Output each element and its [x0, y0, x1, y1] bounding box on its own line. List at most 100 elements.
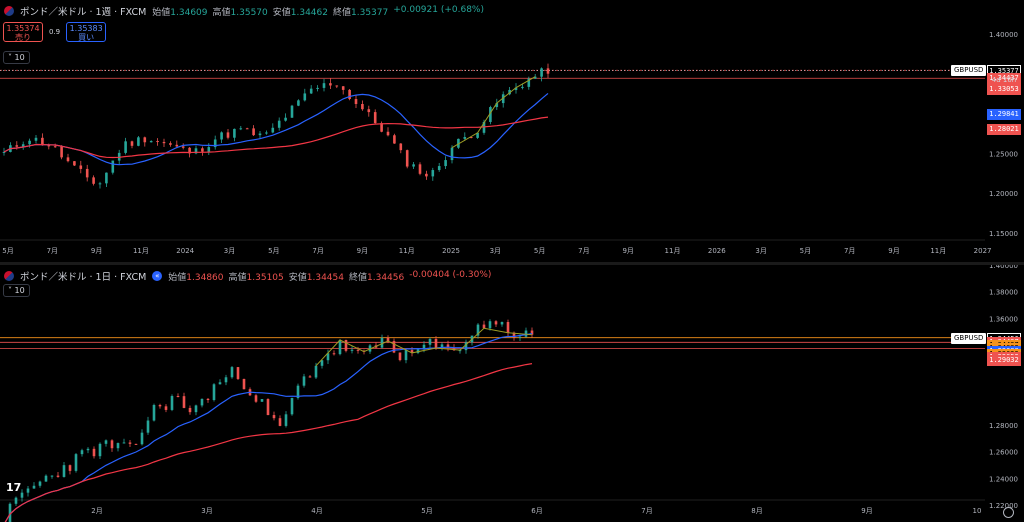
y-tick-label: 1.40000 — [989, 31, 1018, 39]
candle-body — [316, 87, 319, 89]
ohlc-key: 高値 — [212, 7, 231, 18]
sell-button[interactable]: 1.35374 売り — [3, 22, 43, 42]
ohlc-value: -0.00404 (-0.30%) — [409, 269, 492, 280]
candle-body — [332, 353, 336, 355]
y-tick-label: 1.25000 — [989, 150, 1018, 158]
candle-body — [134, 443, 138, 445]
y-tick-label: 1.20000 — [989, 190, 1018, 198]
candle-body — [518, 336, 522, 338]
ohlc-value: 1.34860 — [186, 272, 224, 283]
candle-body — [194, 405, 198, 413]
x-tick-label: 2027 — [974, 247, 992, 255]
x-tick-label: 11月 — [399, 247, 415, 255]
candle-body — [62, 465, 66, 477]
candle-body — [85, 168, 89, 178]
weekly-indicator-toggle[interactable]: ˅ 10 — [3, 51, 30, 64]
candle-body — [245, 128, 249, 130]
y-tick-label: 1.15000 — [989, 230, 1018, 238]
candle-body — [399, 143, 403, 151]
x-tick-label: 9月 — [91, 247, 102, 255]
x-tick-label: 10 — [973, 507, 982, 515]
price-label: 1.33053 — [987, 83, 1021, 95]
x-tick-label: 2024 — [176, 247, 194, 255]
fast-moving-average-line — [4, 333, 533, 522]
candle-body — [386, 131, 390, 136]
daily-indicator-count: 10 — [14, 286, 25, 295]
candle-body — [50, 475, 54, 477]
x-tick-label: 5月 — [534, 247, 545, 255]
candle-body — [428, 338, 432, 345]
candle-body — [218, 382, 222, 385]
daily-symbol-title[interactable]: ポンド／米ドル · 1日 · FXCM — [20, 269, 146, 283]
candle-body — [146, 420, 150, 433]
daily-indicator-toggle[interactable]: ˅ 10 — [3, 284, 30, 297]
candle-body — [335, 85, 339, 87]
candle-body — [322, 83, 326, 88]
buy-button[interactable]: 1.35383 買い — [66, 22, 107, 42]
ohlc-key: 終値 — [332, 7, 351, 18]
candle-body — [314, 365, 318, 378]
ohlc-item: 始値1.34860 — [168, 270, 223, 283]
ohlc-key: 安値 — [272, 7, 291, 18]
candle-body — [149, 141, 153, 143]
y-tick-label: 1.36000 — [989, 315, 1018, 323]
candle-body — [176, 396, 180, 398]
candle-body — [80, 450, 84, 455]
ohlc-item: -0.00404 (-0.30%) — [409, 270, 491, 283]
slow-moving-average-line — [3, 116, 549, 159]
tradingview-logo[interactable]: 17 — [6, 481, 21, 494]
candle-body — [124, 141, 127, 153]
candle-body — [224, 377, 228, 383]
x-tick-label: 5月 — [2, 247, 13, 255]
candle-body — [207, 147, 211, 152]
x-tick-label: 4月 — [311, 507, 322, 515]
candle-body — [297, 100, 300, 106]
ohlc-item: 終値1.35377 — [333, 5, 388, 18]
x-tick-label: 3月 — [224, 247, 235, 255]
candle-body — [404, 350, 408, 361]
replay-icon[interactable]: « — [152, 271, 163, 281]
candle-body — [482, 324, 486, 329]
candle-body — [431, 170, 435, 177]
candle-body — [344, 340, 348, 351]
chart-settings-gear-icon[interactable] — [1003, 507, 1014, 518]
weekly-chart-canvas[interactable]: 1.400001.350001.250001.200001.150005月7月9… — [0, 0, 1024, 262]
candle-body — [398, 352, 402, 361]
x-tick-label: 9月 — [357, 247, 368, 255]
candle-body — [258, 133, 262, 136]
candle-body — [200, 398, 204, 406]
gbpusd-flag-icon — [4, 271, 14, 281]
daily-chart-canvas[interactable]: 1.40000 1.38000 1.36000 1.28000 1.26000 1.240… — [0, 265, 1024, 522]
candle-body — [220, 132, 223, 140]
candle-body — [265, 132, 268, 134]
weekly-chart-pane[interactable]: 1.400001.350001.250001.200001.150005月7月9… — [0, 0, 1024, 262]
x-tick-label: 7月 — [844, 247, 855, 255]
candle-body — [271, 127, 275, 133]
candle-body — [405, 150, 409, 167]
weekly-legend: ポンド／米ドル · 1週 · FXCM 始値1.34609 高値1.35570 安値… — [4, 4, 484, 18]
candle-body — [130, 141, 134, 146]
candle-body — [92, 177, 95, 184]
candle-body — [79, 165, 83, 169]
sell-label: 売り — [15, 33, 31, 42]
ohlc-item: 始値1.34609 — [152, 5, 207, 18]
candle-body — [56, 475, 60, 477]
candle-body — [38, 481, 42, 486]
candle-body — [60, 146, 63, 158]
ohlc-value: 1.34456 — [367, 272, 405, 283]
daily-chart-pane[interactable]: 1.40000 1.38000 1.36000 1.28000 1.26000 1.240… — [0, 265, 1024, 522]
weekly-symbol-title[interactable]: ポンド／米ドル · 1週 · FXCM — [20, 4, 146, 18]
slow-moving-average-line — [4, 363, 533, 522]
candle-body — [110, 440, 114, 449]
y-tick-label: 1.38000 — [989, 289, 1018, 297]
candle-body — [278, 418, 282, 426]
candle-body — [143, 137, 147, 143]
candle-body — [329, 83, 332, 86]
candle-body — [111, 160, 115, 173]
candle-body — [284, 117, 287, 121]
candle-body — [412, 164, 415, 167]
candle-body — [463, 137, 467, 139]
y-tick-label: 1.28000 — [989, 422, 1018, 430]
ohlc-item: 高値1.35570 — [213, 5, 268, 18]
ohlc-key: 安値 — [288, 272, 307, 283]
